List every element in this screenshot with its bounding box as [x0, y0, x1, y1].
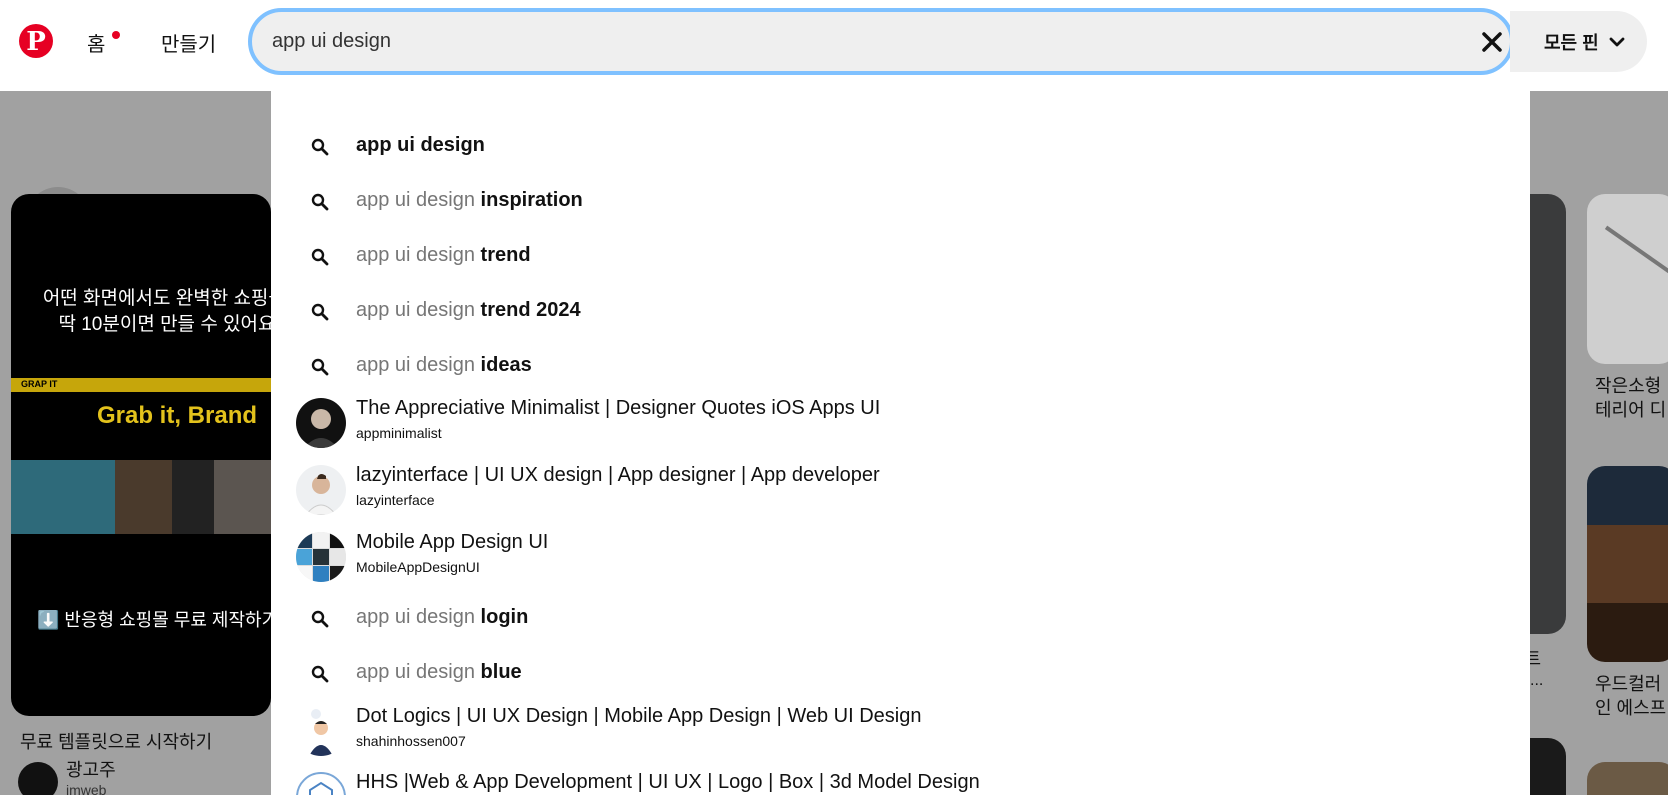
pin-filter-dropdown[interactable]: 모든 핀: [1510, 11, 1647, 72]
suggestion-prefix: app ui design: [356, 661, 481, 683]
pinterest-logo[interactable]: P: [19, 24, 53, 58]
avatar: [296, 398, 346, 448]
pin-caption: 무료 템플릿으로 시작하기: [20, 732, 213, 752]
avatar: [296, 465, 346, 515]
suggestion-prefix: app ui design: [356, 244, 481, 266]
pin-caption-ellipsis: ...: [1530, 672, 1544, 689]
profile-name: The Appreciative Minimalist | Designer Q…: [356, 397, 881, 419]
pin-brand-text: Grab it, Brand: [97, 402, 258, 429]
profile-suggestion[interactable]: The Appreciative Minimalist | Designer Q…: [271, 397, 1530, 449]
pin-image: [1530, 194, 1566, 634]
search-input[interactable]: [272, 22, 1392, 60]
pin-band: GRAP IT: [11, 378, 271, 392]
suggestion-item[interactable]: app ui design trend: [271, 242, 1530, 272]
suggestion-item[interactable]: app ui design ideas: [271, 352, 1530, 382]
profile-handle: appminimalist: [356, 425, 442, 441]
top-header: P 홈 만들기 모든 핀: [0, 0, 1668, 91]
person-illustration-icon: [309, 709, 333, 756]
search-bar[interactable]: [248, 8, 1514, 75]
notification-dot-icon: [112, 31, 120, 39]
profile-name: HHS |Web & App Development | UI UX | Log…: [356, 771, 980, 793]
pin-cta-text: ⬇️ 반응형 쇼핑몰 무료 제작하기: [37, 610, 271, 630]
suggestion-item[interactable]: app ui design trend 2024: [271, 297, 1530, 327]
suggestion-prefix: app ui design: [356, 189, 481, 211]
profile-suggestion[interactable]: lazyinterface | UI UX design | App desig…: [271, 464, 1530, 516]
suggestion-completion: trend: [480, 244, 531, 266]
pin-band-label: GRAP IT: [21, 379, 58, 389]
pin-caption: 작은소형 테리어 디: [1595, 376, 1667, 420]
suggestion-completion: trend 2024: [480, 299, 581, 321]
person-icon: [305, 474, 337, 515]
nav-home-link[interactable]: 홈: [87, 28, 105, 57]
nav-create-link[interactable]: 만들기: [161, 28, 216, 57]
search-suggestions-dropdown: app ui design app ui design inspiration …: [271, 91, 1530, 795]
profile-handle: lazyinterface: [356, 492, 435, 508]
profile-name: Dot Logics | UI UX Design | Mobile App D…: [356, 705, 922, 727]
suggestion-item[interactable]: app ui design inspiration: [271, 187, 1530, 217]
chevron-down-icon: [1609, 37, 1625, 46]
suggestion-completion: ideas: [480, 354, 532, 376]
search-icon: [311, 303, 329, 321]
search-icon: [311, 138, 329, 156]
suggestion-completion: inspiration: [480, 189, 583, 211]
suggestion-item[interactable]: app ui design login: [271, 604, 1530, 634]
profile-suggestion[interactable]: Mobile App Design UI MobileAppDesignUI: [271, 531, 1530, 583]
suggestion-completion: app ui design: [356, 134, 485, 156]
pin-image: [1587, 762, 1668, 795]
pin-image: [1587, 194, 1668, 364]
pin-photo-strip: [11, 460, 271, 534]
suggestion-completion: blue: [480, 661, 522, 683]
search-icon: [311, 665, 329, 683]
search-icon: [311, 193, 329, 211]
person-icon: [304, 409, 338, 448]
building-logo-icon: [309, 781, 333, 795]
search-icon: [311, 610, 329, 628]
profile-name: lazyinterface | UI UX design | App desig…: [356, 464, 880, 486]
suggestion-completion: login: [480, 606, 529, 628]
profile-suggestion[interactable]: HHS |Web & App Development | UI UX | Log…: [271, 771, 1530, 795]
pin-user-name: 광고주: [66, 760, 116, 780]
app-grid-icon: [296, 532, 346, 582]
search-icon: [311, 358, 329, 376]
avatar: [296, 772, 346, 795]
profile-handle: MobileAppDesignUI: [356, 559, 480, 575]
suggestion-item[interactable]: app ui design: [271, 132, 1530, 162]
suggestion-prefix: app ui design: [356, 354, 481, 376]
search-icon: [311, 248, 329, 266]
clear-search-button[interactable]: [1475, 25, 1509, 59]
avatar: [296, 532, 346, 582]
promoted-pin-image: 어떤 화면에서도 완벽한 쇼핑몰, 딱 10분이면 만들 수 있어요 GRAP …: [11, 194, 271, 716]
suggestion-prefix: app ui design: [356, 299, 481, 321]
pin-image: [1587, 466, 1668, 662]
pin-user-handle: imweb: [66, 782, 107, 795]
avatar: [18, 762, 58, 795]
pin-headline: 어떤 화면에서도 완벽한 쇼핑몰, 딱 10분이면 만들 수 있어요: [42, 288, 271, 335]
pin-caption: 우드컬러 인 에스프: [1595, 674, 1667, 718]
avatar: [296, 706, 346, 756]
pin-image: [1530, 738, 1566, 795]
suggestion-prefix: app ui design: [356, 606, 481, 628]
close-icon: [1482, 32, 1502, 52]
pin-filter-label: 모든 핀: [1544, 32, 1599, 53]
profile-suggestion[interactable]: Dot Logics | UI UX Design | Mobile App D…: [271, 705, 1530, 757]
logo-glyph: P: [26, 27, 46, 57]
profile-handle: shahinhossen007: [356, 733, 466, 749]
suggestion-item[interactable]: app ui design blue: [271, 659, 1530, 689]
profile-name: Mobile App Design UI: [356, 531, 549, 553]
